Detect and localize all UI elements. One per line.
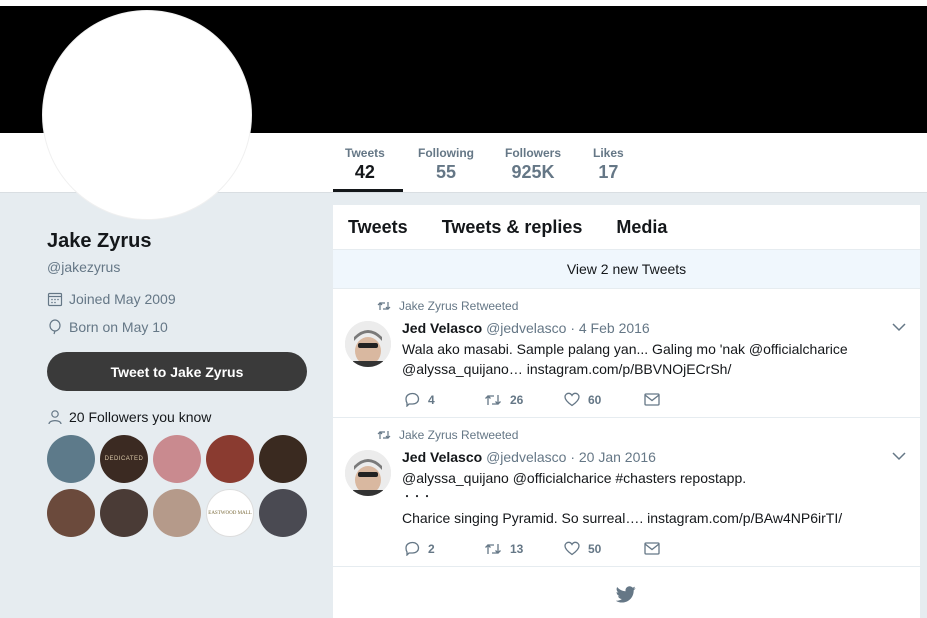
envelope-icon [644, 393, 660, 406]
retweeted-by-text: Jake Zyrus Retweeted [399, 428, 519, 442]
active-stat-underline [333, 189, 403, 192]
follower-avatar[interactable] [259, 489, 307, 537]
person-icon [48, 410, 62, 425]
follower-avatar[interactable] [153, 435, 201, 483]
retweet-count: 13 [510, 541, 524, 556]
stat-followers[interactable]: Followers 925K [505, 146, 561, 183]
retweet-icon [377, 302, 391, 310]
timeline-tabs: Tweets Tweets & replies Media [333, 205, 920, 250]
tweet-text-line: @alyssa_quijano @officialcharice #chaste… [402, 470, 747, 486]
stat-following-value: 55 [435, 162, 457, 182]
timeline: Tweets Tweets & replies Media View 2 new… [333, 205, 920, 618]
followers-you-know-text: 20 Followers you know [69, 409, 212, 425]
calendar-icon [47, 292, 63, 307]
stat-likes[interactable]: Likes 17 [593, 146, 624, 183]
profile-handle[interactable]: @jakezyrus [47, 259, 120, 275]
follower-avatar[interactable]: EASTWOOD MALL [206, 489, 254, 537]
like-button[interactable]: 50 [564, 541, 644, 556]
follower-avatar[interactable]: DEDICATED [100, 435, 148, 483]
tweet-text-line: Wala ako masabi. Sample palang yan... Ga… [402, 341, 848, 357]
stat-tweets[interactable]: Tweets 42 [345, 146, 385, 183]
profile-name: Jake Zyrus [47, 230, 152, 252]
tweet-text: Wala ako masabi. Sample palang yan... Ga… [402, 339, 902, 379]
followers-you-know[interactable]: 20 Followers you know [47, 409, 211, 425]
tweet-author-avatar[interactable] [345, 450, 391, 496]
joined-text: Joined May 2009 [69, 291, 176, 307]
born-text: Born on May 10 [69, 319, 168, 335]
stat-likes-value: 17 [598, 162, 619, 182]
twitter-bird-icon [616, 586, 636, 603]
heart-icon [564, 541, 580, 556]
tweet-to-button[interactable]: Tweet to Jake Zyrus [47, 352, 307, 391]
balloon-icon [49, 319, 61, 335]
follower-avatar[interactable] [259, 435, 307, 483]
tweet-author-handle[interactable]: @jedvelasco [486, 449, 566, 465]
reply-button[interactable]: 4 [404, 392, 484, 407]
follower-avatar-text: DEDICATED [104, 456, 144, 462]
tweet-text-line: @alyssa_quijano… instagram.com/p/BBVNOjE… [402, 361, 732, 377]
heart-icon [564, 392, 580, 407]
retweet-context: Jake Zyrus Retweeted [377, 428, 518, 442]
retweet-icon [377, 431, 391, 439]
tweet-author-name[interactable]: Jed Velasco [402, 320, 482, 336]
view-new-tweets-bar[interactable]: View 2 new Tweets [333, 250, 920, 289]
like-count: 50 [588, 541, 602, 556]
direct-message-button[interactable] [644, 393, 724, 406]
stat-followers-label: Followers [505, 146, 562, 160]
tweet-actions: 2 13 50 [404, 541, 724, 556]
stat-tweets-value: 42 [354, 162, 375, 182]
born-row: Born on May 10 [47, 319, 168, 335]
stat-likes-label: Likes [593, 146, 624, 160]
profile-avatar[interactable] [42, 10, 252, 220]
retweet-count: 26 [510, 392, 524, 407]
like-count: 60 [588, 392, 602, 407]
tab-media[interactable]: Media [616, 217, 667, 238]
followers-grid: DEDICATED EASTWOOD MALL [47, 435, 309, 537]
tweet-header: Jed Velasco @jedvelasco · 20 Jan 2016 [402, 449, 656, 465]
retweeted-by-text: Jake Zyrus Retweeted [399, 299, 519, 313]
tweet-author-handle[interactable]: @jedvelasco [486, 320, 566, 336]
follower-avatar[interactable] [153, 489, 201, 537]
tweet-item[interactable]: Jake Zyrus Retweeted Jed Velasco @jedvel… [333, 418, 920, 567]
reply-icon [405, 392, 420, 407]
tweet-text-line: ・・・ [402, 492, 432, 503]
retweet-button[interactable]: 13 [484, 542, 564, 556]
reply-count: 2 [428, 541, 435, 556]
follower-avatar[interactable] [47, 435, 95, 483]
reply-icon [405, 541, 420, 556]
retweet-button[interactable]: 26 [484, 393, 564, 407]
follower-avatar[interactable] [47, 489, 95, 537]
envelope-icon [644, 542, 660, 555]
tweet-item[interactable]: Jake Zyrus Retweeted Jed Velasco @jedvel… [333, 289, 920, 418]
tweet-text-line: Charice singing Pyramid. So surreal…. in… [402, 510, 843, 526]
tweet-author-name[interactable]: Jed Velasco [402, 449, 482, 465]
tab-tweets-and-replies[interactable]: Tweets & replies [442, 217, 583, 238]
chevron-down-icon[interactable] [892, 323, 906, 332]
joined-row: Joined May 2009 [47, 291, 176, 307]
tweet-author-avatar[interactable] [345, 321, 391, 367]
tab-tweets[interactable]: Tweets [348, 217, 408, 238]
retweet-icon [485, 394, 501, 405]
follower-avatar[interactable] [100, 489, 148, 537]
stat-followers-value: 925K [511, 162, 555, 182]
tweet-date[interactable]: · 20 Jan 2016 [570, 449, 656, 465]
eastwood-mall-logo: EASTWOOD MALL [208, 510, 252, 516]
stat-following-label: Following [418, 146, 474, 160]
follower-avatar[interactable] [206, 435, 254, 483]
tweet-date[interactable]: · 4 Feb 2016 [570, 320, 649, 336]
direct-message-button[interactable] [644, 542, 724, 555]
retweet-context: Jake Zyrus Retweeted [377, 299, 518, 313]
reply-button[interactable]: 2 [404, 541, 484, 556]
reply-count: 4 [428, 392, 435, 407]
stat-following[interactable]: Following 55 [418, 146, 474, 183]
tweet-text: @alyssa_quijano @officialcharice #chaste… [402, 468, 902, 528]
like-button[interactable]: 60 [564, 392, 644, 407]
tweet-actions: 4 26 60 [404, 392, 724, 407]
stat-tweets-label: Tweets [345, 146, 385, 160]
chevron-down-icon[interactable] [892, 452, 906, 461]
tweet-header: Jed Velasco @jedvelasco · 4 Feb 2016 [402, 320, 650, 336]
retweet-icon [485, 543, 501, 554]
